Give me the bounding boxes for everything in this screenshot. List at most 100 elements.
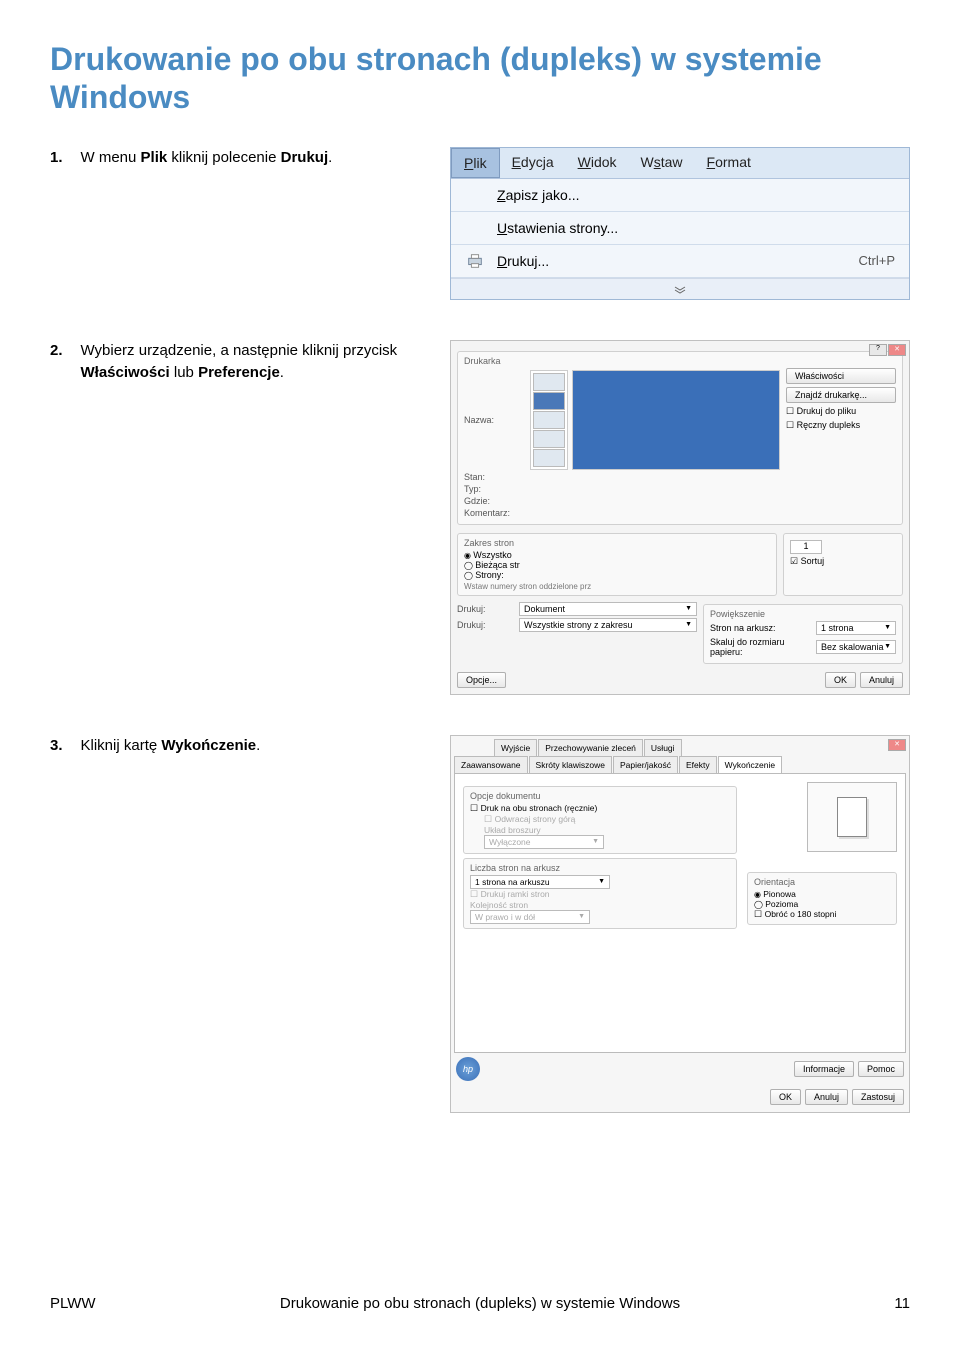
step-2-num: 2. <box>50 340 63 385</box>
menu-tab-widok[interactable]: Widok <box>566 148 629 178</box>
menu-tab-plik[interactable]: Plik <box>451 148 500 178</box>
figure-print-dialog: ? ✕ Drukarka Nazwa: <box>450 340 910 695</box>
radio-pozioma[interactable]: Pozioma <box>754 899 890 909</box>
menu-tab-format[interactable]: Format <box>695 148 763 178</box>
page-title: Drukowanie po obu stronach (dupleks) w s… <box>50 40 910 117</box>
ustawienia-label: Ustawienia strony... <box>497 220 895 236</box>
menu-tab-edycja[interactable]: Edycja <box>500 148 566 178</box>
tab-plik-rest: lik <box>473 155 486 171</box>
drukuj-label: Drukuj... <box>497 253 859 269</box>
drukuj-zakres-val: Wszystkie strony z zakresu <box>524 620 633 630</box>
step-1-text: 1. W menu Plik kliknij polecenie Drukuj. <box>50 147 430 170</box>
znajdz-drukarke-button[interactable]: Znajdź drukarkę... <box>786 387 896 403</box>
orientation-preview <box>807 782 897 852</box>
step-2-body: Wybierz urządzenie, a następnie kliknij … <box>81 340 430 385</box>
sortuj-checkbox[interactable]: Sortuj <box>790 556 896 567</box>
stron-combo[interactable]: 1 strona▼ <box>816 621 896 635</box>
s3-post: . <box>256 737 260 754</box>
step-3-text: 3. Kliknij kartę Wykończenie. <box>50 735 430 758</box>
zastosuj-button[interactable]: Zastosuj <box>852 1089 904 1105</box>
blank-icon <box>465 218 489 238</box>
kolejnosc-combo: W prawo i w dół ▼ <box>470 910 590 924</box>
s2-pre: Wybierz urządzenie, a następnie kliknij … <box>81 342 398 359</box>
ok-button[interactable]: OK <box>770 1089 801 1105</box>
skaluj-combo[interactable]: Bez skalowania▼ <box>816 640 896 654</box>
chk-ramki: Drukuj ramki stron <box>470 889 730 900</box>
radio-wszystko[interactable]: Wszystko <box>464 550 770 560</box>
chevron-down-icon: ▼ <box>685 605 692 612</box>
liczba-val: 1 strona na arkuszu <box>475 877 550 887</box>
wlasciwosci-button[interactable]: Właściwości <box>786 368 896 384</box>
kopie-spinner[interactable]: 1 <box>790 540 822 554</box>
figure-file-menu: Plik Edycja Widok Wstaw Format Zapisz ja… <box>450 147 910 300</box>
ok-button[interactable]: OK <box>825 672 856 688</box>
menu-expand-chevron[interactable] <box>451 278 909 299</box>
lbl-drukuj2: Drukuj: <box>457 620 513 630</box>
s1-post: . <box>328 149 332 166</box>
menu-item-drukuj[interactable]: Drukuj... Ctrl+P <box>451 245 909 278</box>
tab-przechowywanie[interactable]: Przechowywanie zleceń <box>538 739 643 756</box>
step-3: 3. Kliknij kartę Wykończenie. ✕ Wyjście … <box>50 735 910 1113</box>
radio-biezaca[interactable]: Bieżąca str <box>464 560 770 570</box>
tab-wyjscie[interactable]: Wyjście <box>494 739 537 756</box>
s1-b2: Drukuj <box>281 149 329 166</box>
tab-efekty[interactable]: Efekty <box>679 756 717 773</box>
tab-uslugi[interactable]: Usługi <box>644 739 682 756</box>
s1-pre: W menu <box>81 149 141 166</box>
grp-zakres: Zakres stron <box>464 538 770 548</box>
step-1: 1. W menu Plik kliknij polecenie Drukuj.… <box>50 147 910 300</box>
printer-select-list[interactable] <box>530 370 568 470</box>
chk-druk-2str[interactable]: Druk na obu stronach (ręcznie) <box>470 803 730 814</box>
footer-left: PLWW <box>50 1295 96 1312</box>
hp-logo-icon: hp <box>456 1057 480 1081</box>
grp-orientacja: Orientacja <box>754 877 890 887</box>
close-sysbutton[interactable]: ✕ <box>888 739 906 751</box>
tab-zaawansowane[interactable]: Zaawansowane <box>454 756 528 773</box>
kolejnosc-val: W prawo i w dół <box>475 912 535 922</box>
radio-strony[interactable]: Strony: <box>464 570 770 580</box>
printer-name-field[interactable] <box>572 370 780 470</box>
radio-pionowa[interactable]: Pionowa <box>754 889 890 899</box>
uklad-combo: Wyłączone▼ <box>484 835 604 849</box>
figure-properties-dialog: ✕ Wyjście Przechowywanie zleceń Usługi Z… <box>450 735 910 1113</box>
reczny-dupleks-checkbox[interactable]: Ręczny dupleks <box>786 420 896 431</box>
grp-opcje-dok: Opcje dokumentu <box>470 791 730 801</box>
chevron-down-icon: ▼ <box>592 838 599 845</box>
informacje-button[interactable]: Informacje <box>794 1061 854 1077</box>
lbl-nazwa: Nazwa: <box>464 415 520 425</box>
tab-skroty[interactable]: Skróty klawiszowe <box>529 756 612 773</box>
printer-option-icon[interactable] <box>533 411 565 429</box>
lbl-kolejnosc: Kolejność stron <box>470 900 730 910</box>
printer-option-icon[interactable] <box>533 430 565 448</box>
menu-tab-wstaw[interactable]: Wstaw <box>629 148 695 178</box>
printer-option-icon[interactable] <box>533 392 565 410</box>
lbl-stron-na-arkusz: Stron na arkusz: <box>710 623 810 633</box>
chevron-down-icon: ▼ <box>884 643 891 650</box>
pomoc-button[interactable]: Pomoc <box>858 1061 904 1077</box>
printer-option-icon[interactable] <box>533 373 565 391</box>
menu-item-zapisz-jako[interactable]: Zapisz jako... <box>451 179 909 212</box>
anuluj-button[interactable]: Anuluj <box>860 672 903 688</box>
liczba-stron-combo[interactable]: 1 strona na arkuszu▼ <box>470 875 610 889</box>
help-sysbutton[interactable]: ? <box>869 344 887 356</box>
chk-obrot[interactable]: Obróć o 180 stopni <box>754 909 890 920</box>
lbl-uklad: Układ broszury <box>484 825 730 835</box>
printer-option-icon[interactable] <box>533 449 565 467</box>
tab-wykonczenie[interactable]: Wykończenie <box>718 756 782 773</box>
chevron-down-icon: ▼ <box>884 624 891 631</box>
s2-post: . <box>280 364 284 381</box>
s3-b1: Wykończenie <box>161 737 256 754</box>
close-sysbutton[interactable]: ✕ <box>888 344 906 356</box>
s1-mid: kliknij polecenie <box>167 149 280 166</box>
step-2: 2. Wybierz urządzenie, a następnie klikn… <box>50 340 910 695</box>
lbl-komentarz: Komentarz: <box>464 508 520 518</box>
opcje-button[interactable]: Opcje... <box>457 672 506 688</box>
tab-papier[interactable]: Papier/jakość <box>613 756 678 773</box>
drukuj-combo[interactable]: Dokument▼ <box>519 602 697 616</box>
step-2-text: 2. Wybierz urządzenie, a następnie klikn… <box>50 340 430 385</box>
drukuj-do-pliku-checkbox[interactable]: Drukuj do pliku <box>786 406 896 417</box>
drukuj-zakres-combo[interactable]: Wszystkie strony z zakresu▼ <box>519 618 697 632</box>
chevron-down-icon: ▼ <box>578 913 585 920</box>
menu-item-ustawienia-strony[interactable]: Ustawienia strony... <box>451 212 909 245</box>
anuluj-button[interactable]: Anuluj <box>805 1089 848 1105</box>
